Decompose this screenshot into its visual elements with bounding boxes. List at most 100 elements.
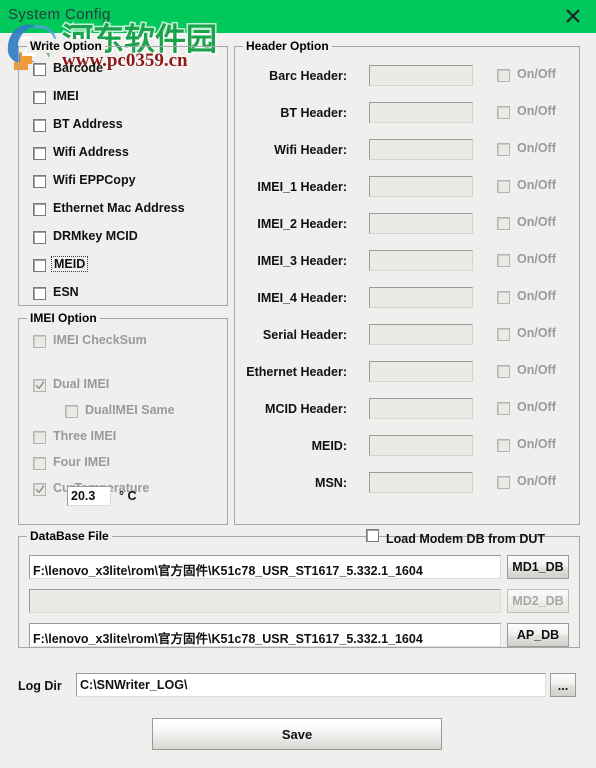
- imei-option-checkbox-5: [33, 483, 46, 496]
- header-option-onoff-label-8: On/Off: [517, 363, 556, 377]
- write-option-checkbox-0[interactable]: [33, 63, 46, 76]
- write-option-checkbox-2[interactable]: [33, 119, 46, 132]
- header-option-onoff-checkbox-6: [497, 291, 510, 304]
- header-option-label-2: Wifi Header:: [274, 143, 347, 157]
- header-option-onoff-label-0: On/Off: [517, 67, 556, 81]
- database-file-group: DataBase File F:\lenovo_x3lite\rom\官方固件\…: [18, 529, 580, 648]
- write-option-legend: Write Option: [27, 39, 105, 53]
- temperature-unit-label: ° C: [119, 489, 137, 503]
- write-option-checkbox-3[interactable]: [33, 147, 46, 160]
- header-option-input-1: [369, 102, 473, 123]
- header-option-row-8: Ethernet Header: On/Off: [235, 361, 583, 385]
- header-option-row-10: MEID: On/Off: [235, 435, 583, 459]
- header-option-onoff-label-2: On/Off: [517, 141, 556, 155]
- header-option-input-4: [369, 213, 473, 234]
- log-dir-input[interactable]: C:\SNWriter_LOG\: [76, 673, 546, 697]
- header-option-group: Header Option Barc Header: On/Off BT Heade…: [234, 39, 583, 525]
- imei-option-checkbox-0: [33, 335, 46, 348]
- header-option-onoff-checkbox-2: [497, 143, 510, 156]
- header-option-row-11: MSN: On/Off: [235, 472, 583, 496]
- write-option-checkbox-6[interactable]: [33, 231, 46, 244]
- header-option-label-9: MCID Header:: [265, 402, 347, 416]
- header-option-row-5: IMEI_3 Header: On/Off: [235, 250, 583, 274]
- header-option-onoff-label-11: On/Off: [517, 474, 556, 488]
- header-option-onoff-label-10: On/Off: [517, 437, 556, 451]
- header-option-onoff-label-7: On/Off: [517, 326, 556, 340]
- check-icon: [35, 381, 45, 390]
- database-file-button-md1_db[interactable]: MD1_DB: [507, 555, 569, 579]
- header-option-onoff-checkbox-0: [497, 69, 510, 82]
- header-option-onoff-checkbox-3: [497, 180, 510, 193]
- write-option-label-5: Ethernet Mac Address: [53, 201, 185, 215]
- header-option-label-10: MEID:: [311, 439, 347, 453]
- write-option-label-3: Wifi Address: [53, 145, 129, 159]
- header-option-input-2: [369, 139, 473, 160]
- imei-option-checkbox-2: [65, 405, 78, 418]
- write-option-checkbox-4[interactable]: [33, 175, 46, 188]
- write-option-label-0: Barcode: [53, 61, 104, 75]
- header-option-onoff-checkbox-4: [497, 217, 510, 230]
- database-file-button-ap_db[interactable]: AP_DB: [507, 623, 569, 647]
- header-option-input-6: [369, 287, 473, 308]
- header-option-onoff-label-4: On/Off: [517, 215, 556, 229]
- header-option-onoff-checkbox-10: [497, 439, 510, 452]
- header-option-label-5: IMEI_3 Header:: [257, 254, 347, 268]
- header-option-row-7: Serial Header: On/Off: [235, 324, 583, 348]
- write-option-label-6: DRMkey MCID: [53, 229, 138, 243]
- database-file-button-md2_db: MD2_DB: [507, 589, 569, 613]
- header-option-onoff-label-6: On/Off: [517, 289, 556, 303]
- header-option-legend: Header Option: [243, 39, 332, 53]
- header-option-onoff-checkbox-8: [497, 365, 510, 378]
- log-dir-label: Log Dir: [18, 679, 62, 693]
- load-modem-db-label: Load Modem DB from DUT: [386, 532, 546, 546]
- write-option-checkbox-5[interactable]: [33, 203, 46, 216]
- header-option-input-8: [369, 361, 473, 382]
- header-option-label-1: BT Header:: [280, 106, 347, 120]
- log-dir-browse-button[interactable]: ...: [550, 673, 576, 697]
- header-option-input-0: [369, 65, 473, 86]
- header-option-row-2: Wifi Header: On/Off: [235, 139, 583, 163]
- header-option-label-4: IMEI_2 Header:: [257, 217, 347, 231]
- window-title: System Config: [8, 6, 111, 23]
- imei-option-label-3: Three IMEI: [53, 429, 117, 443]
- header-option-label-7: Serial Header:: [262, 328, 347, 342]
- header-option-onoff-checkbox-9: [497, 402, 510, 415]
- load-modem-db-checkbox[interactable]: [366, 529, 379, 542]
- check-icon: [35, 485, 45, 494]
- header-option-label-11: MSN:: [315, 476, 347, 490]
- write-option-label-2: BT Address: [53, 117, 123, 131]
- imei-option-label-2: DualIMEI Same: [85, 403, 175, 417]
- header-option-onoff-label-1: On/Off: [517, 104, 556, 118]
- header-option-onoff-checkbox-7: [497, 328, 510, 341]
- database-file-input-0[interactable]: F:\lenovo_x3lite\rom\官方固件\K51c78_USR_ST1…: [29, 555, 501, 579]
- temperature-input[interactable]: 20.3: [67, 486, 111, 506]
- write-option-checkbox-7[interactable]: [33, 259, 46, 272]
- title-bar: System Config: [0, 0, 596, 33]
- header-option-onoff-checkbox-1: [497, 106, 510, 119]
- imei-option-label-0: IMEI CheckSum: [53, 333, 147, 347]
- imei-option-group: IMEI Option IMEI CheckSum Dual IMEI DualIM…: [18, 311, 228, 525]
- header-option-input-5: [369, 250, 473, 271]
- write-option-checkbox-1[interactable]: [33, 91, 46, 104]
- database-file-input-2[interactable]: F:\lenovo_x3lite\rom\官方固件\K51c78_USR_ST1…: [29, 623, 501, 647]
- header-option-onoff-label-9: On/Off: [517, 400, 556, 414]
- imei-option-legend: IMEI Option: [27, 311, 100, 325]
- header-option-row-0: Barc Header: On/Off: [235, 65, 583, 89]
- header-option-label-6: IMEI_4 Header:: [257, 291, 347, 305]
- imei-option-checkbox-1: [33, 379, 46, 392]
- database-file-legend: DataBase File: [27, 529, 112, 543]
- header-option-row-9: MCID Header: On/Off: [235, 398, 583, 422]
- header-option-input-9: [369, 398, 473, 419]
- write-option-label-8: ESN: [53, 285, 79, 299]
- save-button[interactable]: Save: [152, 718, 442, 750]
- write-option-checkbox-8[interactable]: [33, 287, 46, 300]
- header-option-label-8: Ethernet Header:: [246, 365, 347, 379]
- close-icon[interactable]: [560, 4, 586, 28]
- header-option-label-0: Barc Header:: [269, 69, 347, 83]
- header-option-input-11: [369, 472, 473, 493]
- header-option-row-3: IMEI_1 Header: On/Off: [235, 176, 583, 200]
- write-option-label-4: Wifi EPPCopy: [53, 173, 136, 187]
- header-option-onoff-checkbox-11: [497, 476, 510, 489]
- header-option-onoff-label-3: On/Off: [517, 178, 556, 192]
- imei-option-label-1: Dual IMEI: [53, 377, 110, 391]
